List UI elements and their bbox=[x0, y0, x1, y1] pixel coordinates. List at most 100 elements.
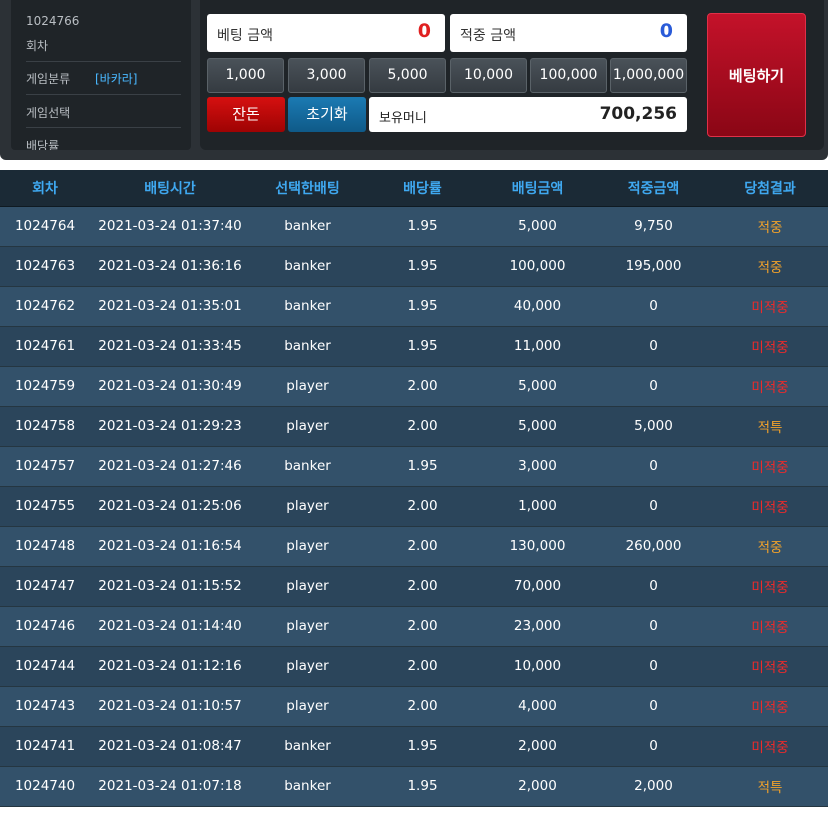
bet-amount-value: 0 bbox=[417, 20, 431, 42]
table-row: 1024744 2021-03-24 01:12:16 player 2.00 10,0… bbox=[0, 646, 828, 687]
cell-round: 1024762 bbox=[0, 286, 90, 327]
table-row: 1024741 2021-03-24 01:08:47 banker 1.95 2,00… bbox=[0, 726, 828, 767]
cell-bet-time: 2021-03-24 01:33:45 bbox=[90, 326, 250, 367]
balance-label: 보유머니 bbox=[379, 111, 427, 126]
change-button[interactable]: 잔돈 bbox=[207, 97, 285, 132]
header-payout: 적중금액 bbox=[595, 170, 712, 207]
cell-pick: player bbox=[250, 566, 365, 607]
cell-pick: banker bbox=[250, 726, 365, 767]
cell-payout: 0 bbox=[595, 606, 712, 647]
cell-payout: 0 bbox=[595, 286, 712, 327]
cell-bet-amount: 2,000 bbox=[480, 766, 595, 807]
cell-bet-time: 2021-03-24 01:12:16 bbox=[90, 646, 250, 687]
bet-amount-display: 베팅 금액 0 bbox=[207, 14, 445, 52]
cell-round: 1024741 bbox=[0, 726, 90, 767]
cell-odds: 1.95 bbox=[365, 726, 480, 767]
table-row: 1024758 2021-03-24 01:29:23 player 2.00 5,00… bbox=[0, 406, 828, 447]
game-kind-row: 게임분류 [바카라] bbox=[26, 62, 181, 95]
cell-payout: 0 bbox=[595, 686, 712, 727]
cell-pick: banker bbox=[250, 766, 365, 807]
cell-pick: banker bbox=[250, 286, 365, 327]
cell-result: 미적중 bbox=[712, 366, 828, 407]
cell-result: 미적중 bbox=[712, 606, 828, 647]
cell-bet-time: 2021-03-24 01:08:47 bbox=[90, 726, 250, 767]
cell-payout: 0 bbox=[595, 646, 712, 687]
cell-result: 미적중 bbox=[712, 726, 828, 767]
cell-bet-time: 2021-03-24 01:36:16 bbox=[90, 246, 250, 287]
cell-bet-amount: 11,000 bbox=[480, 326, 595, 367]
chip-button-3000[interactable]: 3,000 bbox=[288, 58, 365, 93]
cell-bet-time: 2021-03-24 01:27:46 bbox=[90, 446, 250, 487]
cell-result: 적중 bbox=[712, 526, 828, 567]
table-row: 1024759 2021-03-24 01:30:49 player 2.00 5,00… bbox=[0, 366, 828, 407]
table-header-row: 회차 배팅시간 선택한배팅 배당률 배팅금액 적중금액 당첨결과 bbox=[0, 170, 828, 207]
cell-result: 미적중 bbox=[712, 326, 828, 367]
cell-result: 미적중 bbox=[712, 686, 828, 727]
cell-payout: 9,750 bbox=[595, 206, 712, 247]
cell-payout: 0 bbox=[595, 326, 712, 367]
cell-odds: 2.00 bbox=[365, 486, 480, 527]
chip-button-1000[interactable]: 1,000 bbox=[207, 58, 284, 93]
cell-result: 미적중 bbox=[712, 286, 828, 327]
cell-round: 1024747 bbox=[0, 566, 90, 607]
table-row: 1024764 2021-03-24 01:37:40 banker 1.95 5,00… bbox=[0, 206, 828, 247]
win-amount-display: 적중 금액 0 bbox=[450, 14, 687, 52]
reset-button[interactable]: 초기화 bbox=[288, 97, 366, 132]
cell-bet-amount: 23,000 bbox=[480, 606, 595, 647]
cell-result: 미적중 bbox=[712, 446, 828, 487]
cell-result: 미적중 bbox=[712, 486, 828, 527]
cell-round: 1024759 bbox=[0, 366, 90, 407]
table-row: 1024746 2021-03-24 01:14:40 player 2.00 23,0… bbox=[0, 606, 828, 647]
cell-pick: banker bbox=[250, 326, 365, 367]
cell-bet-time: 2021-03-24 01:10:57 bbox=[90, 686, 250, 727]
cell-result: 미적중 bbox=[712, 646, 828, 687]
cell-odds: 1.95 bbox=[365, 326, 480, 367]
cell-pick: banker bbox=[250, 446, 365, 487]
cell-bet-amount: 40,000 bbox=[480, 286, 595, 327]
header-round: 회차 bbox=[0, 170, 90, 207]
chip-button-5000[interactable]: 5,000 bbox=[369, 58, 446, 93]
cell-payout: 0 bbox=[595, 366, 712, 407]
header-pick: 선택한배팅 bbox=[250, 170, 365, 207]
game-kind-value: [바카라] bbox=[95, 72, 138, 86]
cell-round: 1024761 bbox=[0, 326, 90, 367]
cell-bet-time: 2021-03-24 01:14:40 bbox=[90, 606, 250, 647]
table-row: 1024762 2021-03-24 01:35:01 banker 1.95 40,0… bbox=[0, 286, 828, 327]
game-kind-label: 게임분류 bbox=[26, 72, 71, 86]
table-row: 1024757 2021-03-24 01:27:46 banker 1.95 3,00… bbox=[0, 446, 828, 487]
chip-button-100000[interactable]: 100,000 bbox=[530, 58, 607, 93]
cell-round: 1024740 bbox=[0, 766, 90, 807]
cell-payout: 0 bbox=[595, 566, 712, 607]
cell-bet-time: 2021-03-24 01:25:06 bbox=[90, 486, 250, 527]
bet-amount-label: 베팅 금액 bbox=[217, 28, 273, 44]
cell-bet-amount: 70,000 bbox=[480, 566, 595, 607]
chip-button-1000000[interactable]: 1,000,000 bbox=[610, 58, 687, 93]
cell-bet-amount: 130,000 bbox=[480, 526, 595, 567]
place-bet-button[interactable]: 베팅하기 bbox=[707, 13, 806, 137]
cell-result: 적중 bbox=[712, 206, 828, 247]
cell-bet-amount: 1,000 bbox=[480, 486, 595, 527]
chip-button-10000[interactable]: 10,000 bbox=[450, 58, 527, 93]
cell-bet-amount: 5,000 bbox=[480, 406, 595, 447]
table-row: 1024761 2021-03-24 01:33:45 banker 1.95 11,0… bbox=[0, 326, 828, 367]
cell-round: 1024755 bbox=[0, 486, 90, 527]
cell-pick: player bbox=[250, 686, 365, 727]
balance-value: 700,256 bbox=[599, 104, 677, 124]
cell-result: 적중 bbox=[712, 246, 828, 287]
win-amount-label: 적중 금액 bbox=[460, 28, 516, 44]
cell-payout: 2,000 bbox=[595, 766, 712, 807]
cell-result: 적특 bbox=[712, 766, 828, 807]
cell-payout: 195,000 bbox=[595, 246, 712, 287]
cell-pick: player bbox=[250, 366, 365, 407]
header-result: 당첨결과 bbox=[712, 170, 828, 207]
cell-payout: 0 bbox=[595, 446, 712, 487]
cell-odds: 2.00 bbox=[365, 686, 480, 727]
cell-odds: 1.95 bbox=[365, 446, 480, 487]
cell-pick: player bbox=[250, 526, 365, 567]
cell-pick: player bbox=[250, 406, 365, 447]
odds-label: 배당률 bbox=[26, 128, 181, 150]
cell-payout: 0 bbox=[595, 486, 712, 527]
game-select-label: 게임선택 bbox=[26, 95, 181, 128]
cell-odds: 2.00 bbox=[365, 646, 480, 687]
cell-odds: 2.00 bbox=[365, 526, 480, 567]
